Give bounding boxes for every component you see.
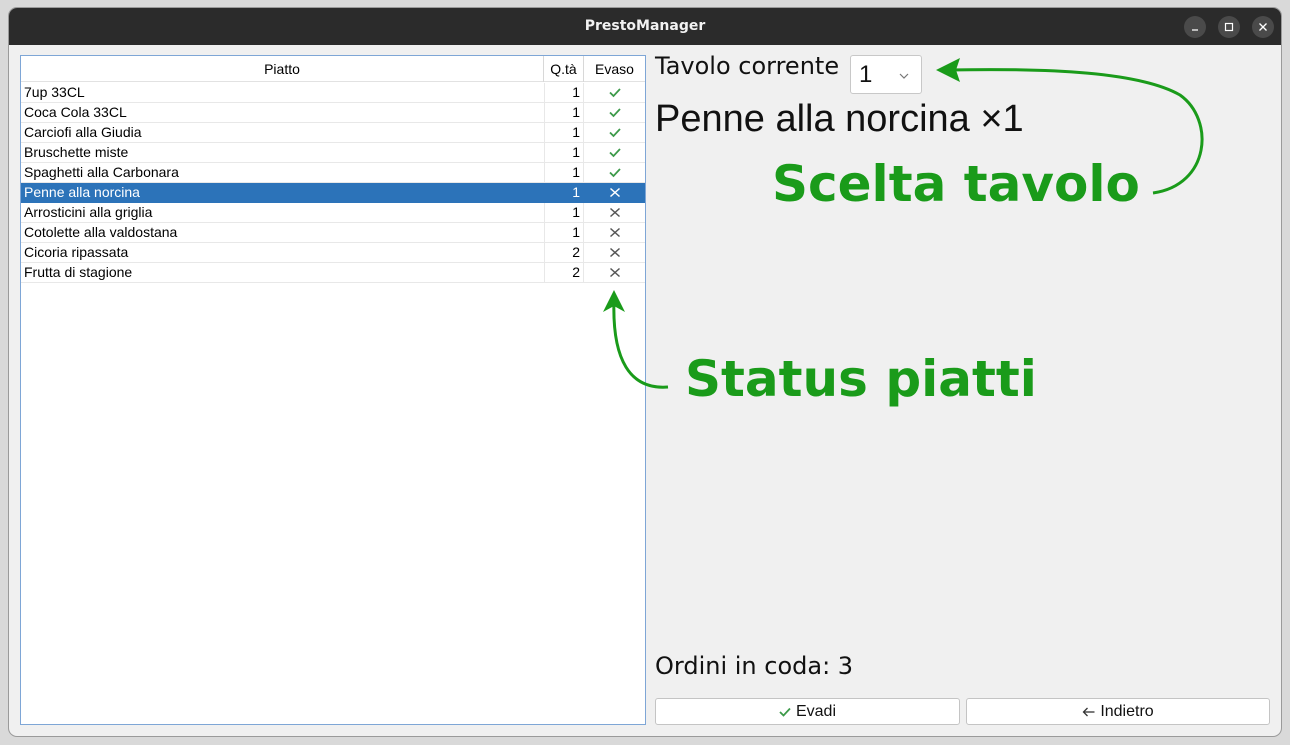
annotation-dish-status: Status piatti	[685, 350, 1037, 408]
annotation-arrows	[603, 58, 1204, 389]
dish-status-arrow	[612, 299, 669, 389]
annotation-table-choice: Scelta tavolo	[772, 155, 1140, 213]
